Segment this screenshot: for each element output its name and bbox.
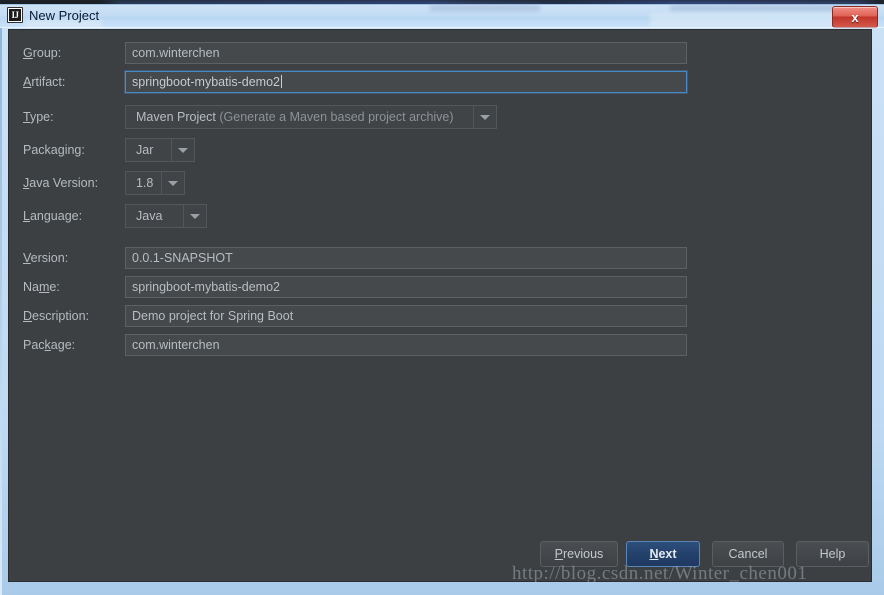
language-combobox[interactable]: Java	[125, 204, 207, 228]
label-language: Language:	[23, 209, 83, 223]
window-title: New Project	[29, 7, 100, 23]
packaging-combobox[interactable]: Jar	[125, 138, 195, 162]
text-caret	[281, 75, 282, 88]
packaging-combobox-value: Jar	[125, 138, 171, 162]
previous-button-mnemonic: P	[554, 547, 564, 561]
label-packaging-mnemonic: g	[57, 143, 65, 157]
next-button[interactable]: Next	[626, 541, 700, 567]
form-row-description: Description: Demo project for Spring Boo…	[23, 305, 687, 327]
label-version: Version:	[23, 251, 69, 265]
form-row-package: Package: com.winterchen	[23, 334, 687, 356]
form-row-group: Group: com.winterchen	[23, 42, 687, 64]
window-frame: IJ New Project x Group: com.winterchen A…	[0, 0, 884, 595]
intellij-idea-icon-glyph: IJ	[9, 9, 21, 21]
next-button-mnemonic: N	[649, 547, 659, 561]
type-combobox[interactable]: Maven Project (Generate a Maven based pr…	[125, 105, 497, 129]
java-version-combobox[interactable]: 1.8	[125, 171, 185, 195]
label-type: Type:	[23, 110, 54, 124]
label-type-mnemonic: T	[23, 110, 30, 124]
form-row-packaging: Packaging: Jar	[23, 138, 195, 162]
chevron-down-icon[interactable]	[171, 138, 195, 162]
label-artifact: Artifact:	[23, 75, 66, 89]
label-name-mnemonic: m	[38, 280, 50, 294]
chevron-down-icon[interactable]	[473, 105, 497, 129]
label-packaging: Packaging:	[23, 143, 85, 157]
label-java-version: Java Version:	[23, 176, 99, 190]
language-combobox-value: Java	[125, 204, 183, 228]
group-input[interactable]: com.winterchen	[125, 42, 687, 64]
package-input[interactable]: com.winterchen	[125, 334, 687, 356]
artifact-input-value: springboot-mybatis-demo2	[132, 75, 280, 89]
label-description: Description:	[23, 309, 90, 323]
version-input[interactable]: 0.0.1-SNAPSHOT	[125, 247, 687, 269]
form-row-version: Version: 0.0.1-SNAPSHOT	[23, 247, 687, 269]
name-input[interactable]: springboot-mybatis-demo2	[125, 276, 687, 298]
previous-button[interactable]: Previous	[540, 541, 618, 567]
ghost-artifact-2	[430, 5, 540, 11]
artifact-input[interactable]: springboot-mybatis-demo2	[125, 71, 687, 93]
form-row-artifact: Artifact: springboot-mybatis-demo2	[23, 71, 687, 93]
title-bar[interactable]: IJ New Project x	[0, 4, 884, 28]
close-icon: x	[851, 9, 859, 25]
form-row-type: Type: Maven Project (Generate a Maven ba…	[23, 105, 497, 129]
form-row-java-version: Java Version: 1.8	[23, 171, 185, 195]
help-button[interactable]: Help	[796, 541, 869, 567]
label-name: Name:	[23, 280, 60, 294]
description-input[interactable]: Demo project for Spring Boot	[125, 305, 687, 327]
form-row-language: Language: Java	[23, 204, 207, 228]
chevron-down-icon[interactable]	[161, 171, 185, 195]
cancel-button[interactable]: Cancel	[712, 541, 784, 567]
title-bar-left: IJ New Project	[7, 7, 99, 23]
form-row-name: Name: springboot-mybatis-demo2	[23, 276, 687, 298]
dialog-button-bar: Previous Next Cancel Help	[9, 541, 871, 575]
java-version-combobox-value: 1.8	[125, 171, 161, 195]
label-description-mnemonic: D	[23, 309, 33, 323]
label-group-mnemonic: G	[23, 46, 33, 60]
new-project-dialog: Group: com.winterchen Artifact: springbo…	[8, 29, 872, 582]
label-version-mnemonic: V	[23, 251, 31, 265]
label-package: Package:	[23, 338, 76, 352]
label-group: Group:	[23, 46, 62, 60]
close-button[interactable]: x	[832, 6, 878, 28]
type-combobox-hint: (Generate a Maven based project archive)	[219, 110, 454, 124]
intellij-idea-icon: IJ	[7, 7, 23, 23]
chevron-down-icon[interactable]	[183, 204, 207, 228]
label-language-mnemonic: L	[23, 209, 30, 223]
ghost-artifact-4	[650, 13, 860, 27]
type-combobox-value: Maven Project (Generate a Maven based pr…	[125, 105, 473, 129]
